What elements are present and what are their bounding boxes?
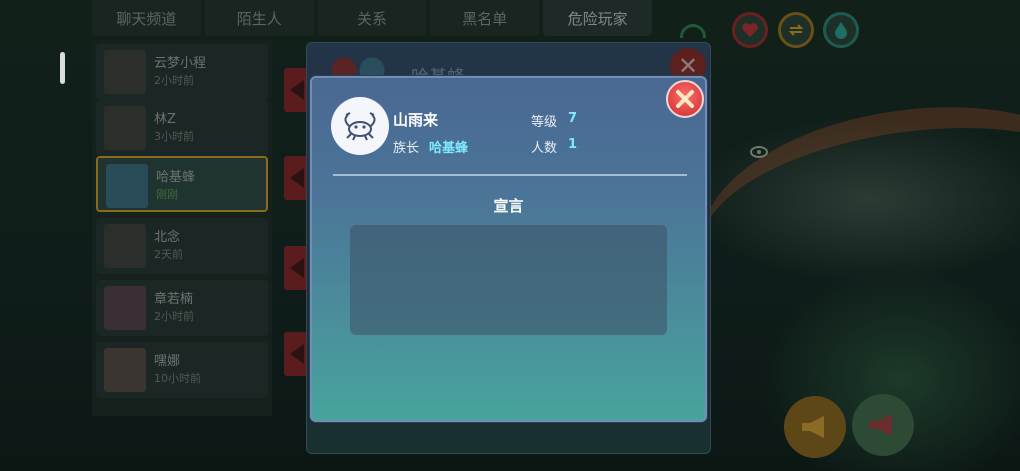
list-item-name: 林Z: [154, 112, 176, 127]
avatar: [104, 50, 146, 94]
list-item-time: 2小时前: [154, 310, 194, 323]
tab-strangers[interactable]: 陌生人: [204, 0, 314, 36]
list-item-selected[interactable]: 哈基蜂 刚刚: [96, 156, 268, 212]
leader-label: 族长: [393, 141, 420, 156]
tab-blacklist[interactable]: 黑名单: [430, 0, 540, 36]
list-item-time: 10小时前: [154, 372, 201, 385]
tab-relations[interactable]: 关系: [317, 0, 427, 36]
list-item-name: 嘿娜: [154, 354, 181, 369]
close-x-icon: [676, 90, 694, 108]
avatar[interactable]: [331, 97, 389, 155]
level-label: 等级: [531, 115, 558, 130]
avatar: [104, 348, 146, 392]
avatar: [104, 286, 146, 330]
members-label: 人数: [531, 141, 558, 156]
water-drop-icon[interactable]: [823, 12, 859, 48]
drawer-handle[interactable]: [60, 52, 65, 84]
avatar: [104, 224, 146, 268]
swap-icon[interactable]: [778, 12, 814, 48]
list-item-time: 2小时前: [154, 74, 194, 87]
tab-bar: 聊天频道 陌生人 关系 黑名单 危险玩家: [92, 0, 652, 40]
list-item-time: 2天前: [154, 248, 183, 261]
megaphone-icon[interactable]: [784, 396, 846, 458]
avatar: [106, 164, 148, 208]
leader-value: 哈基蜂: [429, 141, 469, 156]
level-value: 7: [568, 111, 578, 126]
list-item-name: 云梦小程: [154, 56, 207, 71]
player-name: 山雨来: [393, 111, 439, 129]
heart-icon[interactable]: [732, 12, 768, 48]
eye-icon[interactable]: [750, 146, 768, 158]
members-value: 1: [568, 137, 578, 152]
list-item-name: 北念: [154, 230, 181, 245]
list-item[interactable]: 林Z 3小时前: [96, 100, 268, 156]
list-item-time: 刚刚: [156, 188, 178, 201]
tab-dangerous-players[interactable]: 危险玩家: [543, 0, 652, 36]
divider: [333, 174, 687, 176]
list-item-time: 3小时前: [154, 130, 194, 143]
contact-list: 云梦小程 2小时前 林Z 3小时前 哈基蜂 刚刚 北念 2天前 章若楠 2小时前…: [92, 40, 272, 416]
announce-icon[interactable]: [852, 394, 914, 456]
list-item[interactable]: 北念 2天前: [96, 218, 268, 274]
list-item-name: 章若楠: [154, 292, 194, 307]
declaration-title: 宣言: [493, 197, 524, 215]
avatar: [104, 106, 146, 150]
declaration-text: [350, 225, 667, 335]
close-button[interactable]: [666, 80, 704, 118]
tab-chat-channel[interactable]: 聊天频道: [92, 0, 201, 36]
crab-icon: [344, 112, 376, 141]
list-item[interactable]: 章若楠 2小时前: [96, 280, 268, 336]
list-item-name: 哈基蜂: [156, 170, 196, 185]
list-item[interactable]: 云梦小程 2小时前: [96, 44, 268, 100]
list-item[interactable]: 嘿娜 10小时前: [96, 342, 268, 398]
